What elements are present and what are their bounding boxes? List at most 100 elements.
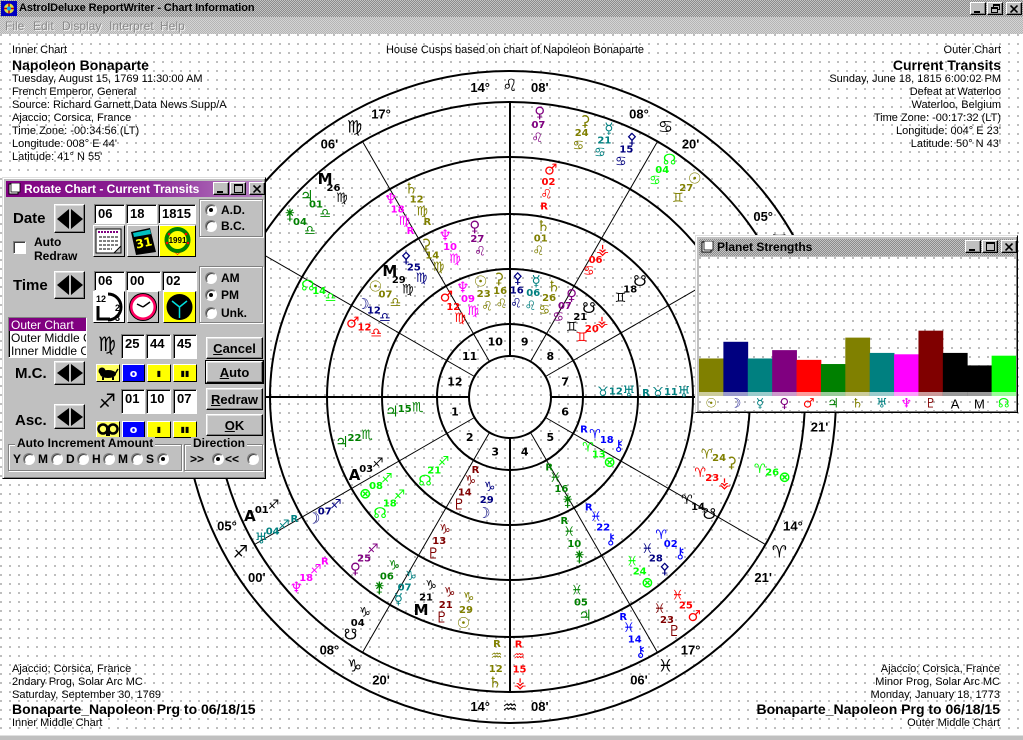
- month-field[interactable]: 06: [94, 204, 125, 224]
- chart-point-uranus: ♅11♉R: [642, 383, 691, 401]
- day-calendar-button[interactable]: 31: [127, 225, 159, 257]
- strength-bar-base-north-node: [991, 392, 1016, 396]
- sagittarius-icon: ♐: [372, 456, 384, 471]
- cusp-degree: 05°: [753, 209, 773, 224]
- analog-clock-button[interactable]: [127, 291, 159, 323]
- chart-list-item-outer-middle[interactable]: Outer Middle Ch: [9, 331, 86, 345]
- cusp-minutes: 20': [682, 136, 700, 151]
- window-icon: [701, 241, 714, 253]
- ad-radio[interactable]: [205, 204, 217, 216]
- strength-bar-base-sun: [699, 392, 724, 396]
- chart-list-item-outer[interactable]: Outer Chart: [9, 318, 86, 332]
- pm-radio[interactable]: [205, 289, 217, 301]
- direction-forward-radio[interactable]: [212, 453, 224, 465]
- increment-hour-radio[interactable]: [103, 453, 115, 465]
- mc-step-button[interactable]: [54, 361, 85, 385]
- cancel-button[interactable]: Cancel: [206, 337, 263, 359]
- am-label: AM: [221, 271, 240, 285]
- maximize-button[interactable]: [230, 182, 246, 195]
- house-number: 7: [561, 376, 569, 389]
- asc-step-button[interactable]: [54, 404, 85, 429]
- year-field[interactable]: 1815: [158, 204, 196, 224]
- calendar-button[interactable]: [93, 225, 125, 257]
- date-step-button[interactable]: [54, 204, 85, 233]
- mc-icon: M: [974, 397, 985, 412]
- inner-chart-latitude: Latitude: 41° N 55': [12, 151, 103, 163]
- year-wreath-button[interactable]: 1991: [159, 225, 196, 257]
- ok-button[interactable]: OK: [206, 414, 263, 436]
- point-degree: 06: [526, 288, 540, 299]
- aries-icon: ♈: [754, 462, 766, 477]
- mc-label: M.C.: [15, 365, 47, 382]
- auto-redraw-checkbox[interactable]: [13, 241, 26, 254]
- cusp-minutes: 06': [321, 136, 339, 151]
- mc-minute-field[interactable]: 44: [146, 334, 171, 359]
- bc-radio[interactable]: [205, 220, 217, 232]
- chart-point-moon: ☽29♑: [477, 480, 495, 522]
- mc-degree-field[interactable]: 25: [121, 334, 145, 359]
- minute-field[interactable]: 00: [126, 271, 161, 291]
- am-radio[interactable]: [205, 272, 217, 284]
- point-degree: 07: [398, 582, 412, 593]
- asc-minute-field[interactable]: 10: [146, 389, 171, 414]
- chart-point-jupiter: ♃22 ♏: [335, 428, 373, 451]
- second-field[interactable]: 02: [162, 271, 197, 291]
- sagittarius-icon: ♐: [268, 498, 280, 513]
- increment-year-radio[interactable]: [23, 453, 35, 465]
- clock-numbers-button[interactable]: 12 2 3: [93, 291, 125, 323]
- point-degree: 15: [398, 404, 412, 415]
- unknown-time-radio[interactable]: [205, 307, 217, 319]
- strength-bar-mc: [967, 365, 993, 396]
- jupiter-icon: ♃: [827, 397, 839, 412]
- maximize-button[interactable]: [982, 240, 998, 253]
- year-wreath-number: 1991: [169, 236, 187, 245]
- strength-bar-asc: [942, 352, 968, 396]
- chart-point-ceres: ⚳24♈: [701, 447, 737, 471]
- increment-day-label: D: [66, 452, 75, 466]
- sun-icon: ☉: [705, 397, 717, 412]
- chart-list-item-inner-middle[interactable]: Inner Middle Ch: [9, 344, 86, 357]
- mc-step-small-button[interactable]: o: [122, 364, 145, 382]
- asc-second-field[interactable]: 07: [173, 389, 197, 414]
- increment-second-radio[interactable]: [157, 453, 169, 465]
- fortune-icon: ⊗: [778, 468, 791, 486]
- inner-chart-timezone: Time Zone: -00:34:56 (LT): [12, 125, 140, 137]
- planet-strengths-titlebar[interactable]: Planet Strengths: [699, 239, 1017, 256]
- auto-button[interactable]: Auto: [205, 360, 264, 384]
- chart-point-moon: ☽07♐: [307, 498, 342, 528]
- chart-point-sun: ☉27♊: [672, 170, 701, 206]
- left-right-arrows-icon: [56, 208, 83, 229]
- mc-step-medium-button[interactable]: ▮: [147, 364, 171, 382]
- chart-point-venus: ♀07♌: [531, 104, 545, 146]
- aries-icon: ♈: [582, 440, 594, 455]
- close-button[interactable]: [249, 182, 265, 195]
- ad-label: A.D.: [221, 203, 245, 217]
- minimize-button[interactable]: [965, 240, 981, 253]
- strength-bar-jupiter: [820, 364, 846, 396]
- close-button[interactable]: [1001, 240, 1017, 253]
- chart-select-list[interactable]: Outer Chart Outer Middle Ch Inner Middle…: [8, 317, 87, 358]
- point-degree: 12: [609, 386, 623, 397]
- night-clock-button[interactable]: [163, 291, 196, 323]
- day-field[interactable]: 18: [126, 204, 157, 224]
- point-degree: 16: [554, 484, 568, 495]
- leo-sign-button[interactable]: [96, 364, 120, 382]
- mc-second-field[interactable]: 45: [173, 334, 197, 359]
- rotate-dialog-titlebar[interactable]: Rotate Chart - Current Transits: [6, 181, 265, 197]
- house-cusp-label-4: 14° ♒ 08': [470, 698, 548, 718]
- redraw-button[interactable]: Redraw: [206, 388, 263, 410]
- hour-field[interactable]: 06: [94, 271, 125, 291]
- strength-bar-base-venus: [772, 392, 797, 396]
- increment-day-radio[interactable]: [77, 453, 89, 465]
- increment-month-radio[interactable]: [51, 453, 63, 465]
- minimize-button[interactable]: [213, 182, 229, 195]
- unknown-time-label: Unk.: [221, 306, 248, 320]
- mc-step-large-button[interactable]: ▮▮: [173, 364, 197, 382]
- increment-minute-radio[interactable]: [131, 453, 143, 465]
- outer-middle-name: Bonaparte_Napoleon Prg to 06/18/15: [756, 701, 1000, 717]
- libra-icon: ♎: [390, 296, 402, 311]
- asc-degree-field[interactable]: 01: [121, 389, 145, 414]
- virgo-icon: ♍: [449, 252, 461, 267]
- time-step-button[interactable]: [54, 271, 85, 299]
- direction-backward-radio[interactable]: [247, 453, 259, 465]
